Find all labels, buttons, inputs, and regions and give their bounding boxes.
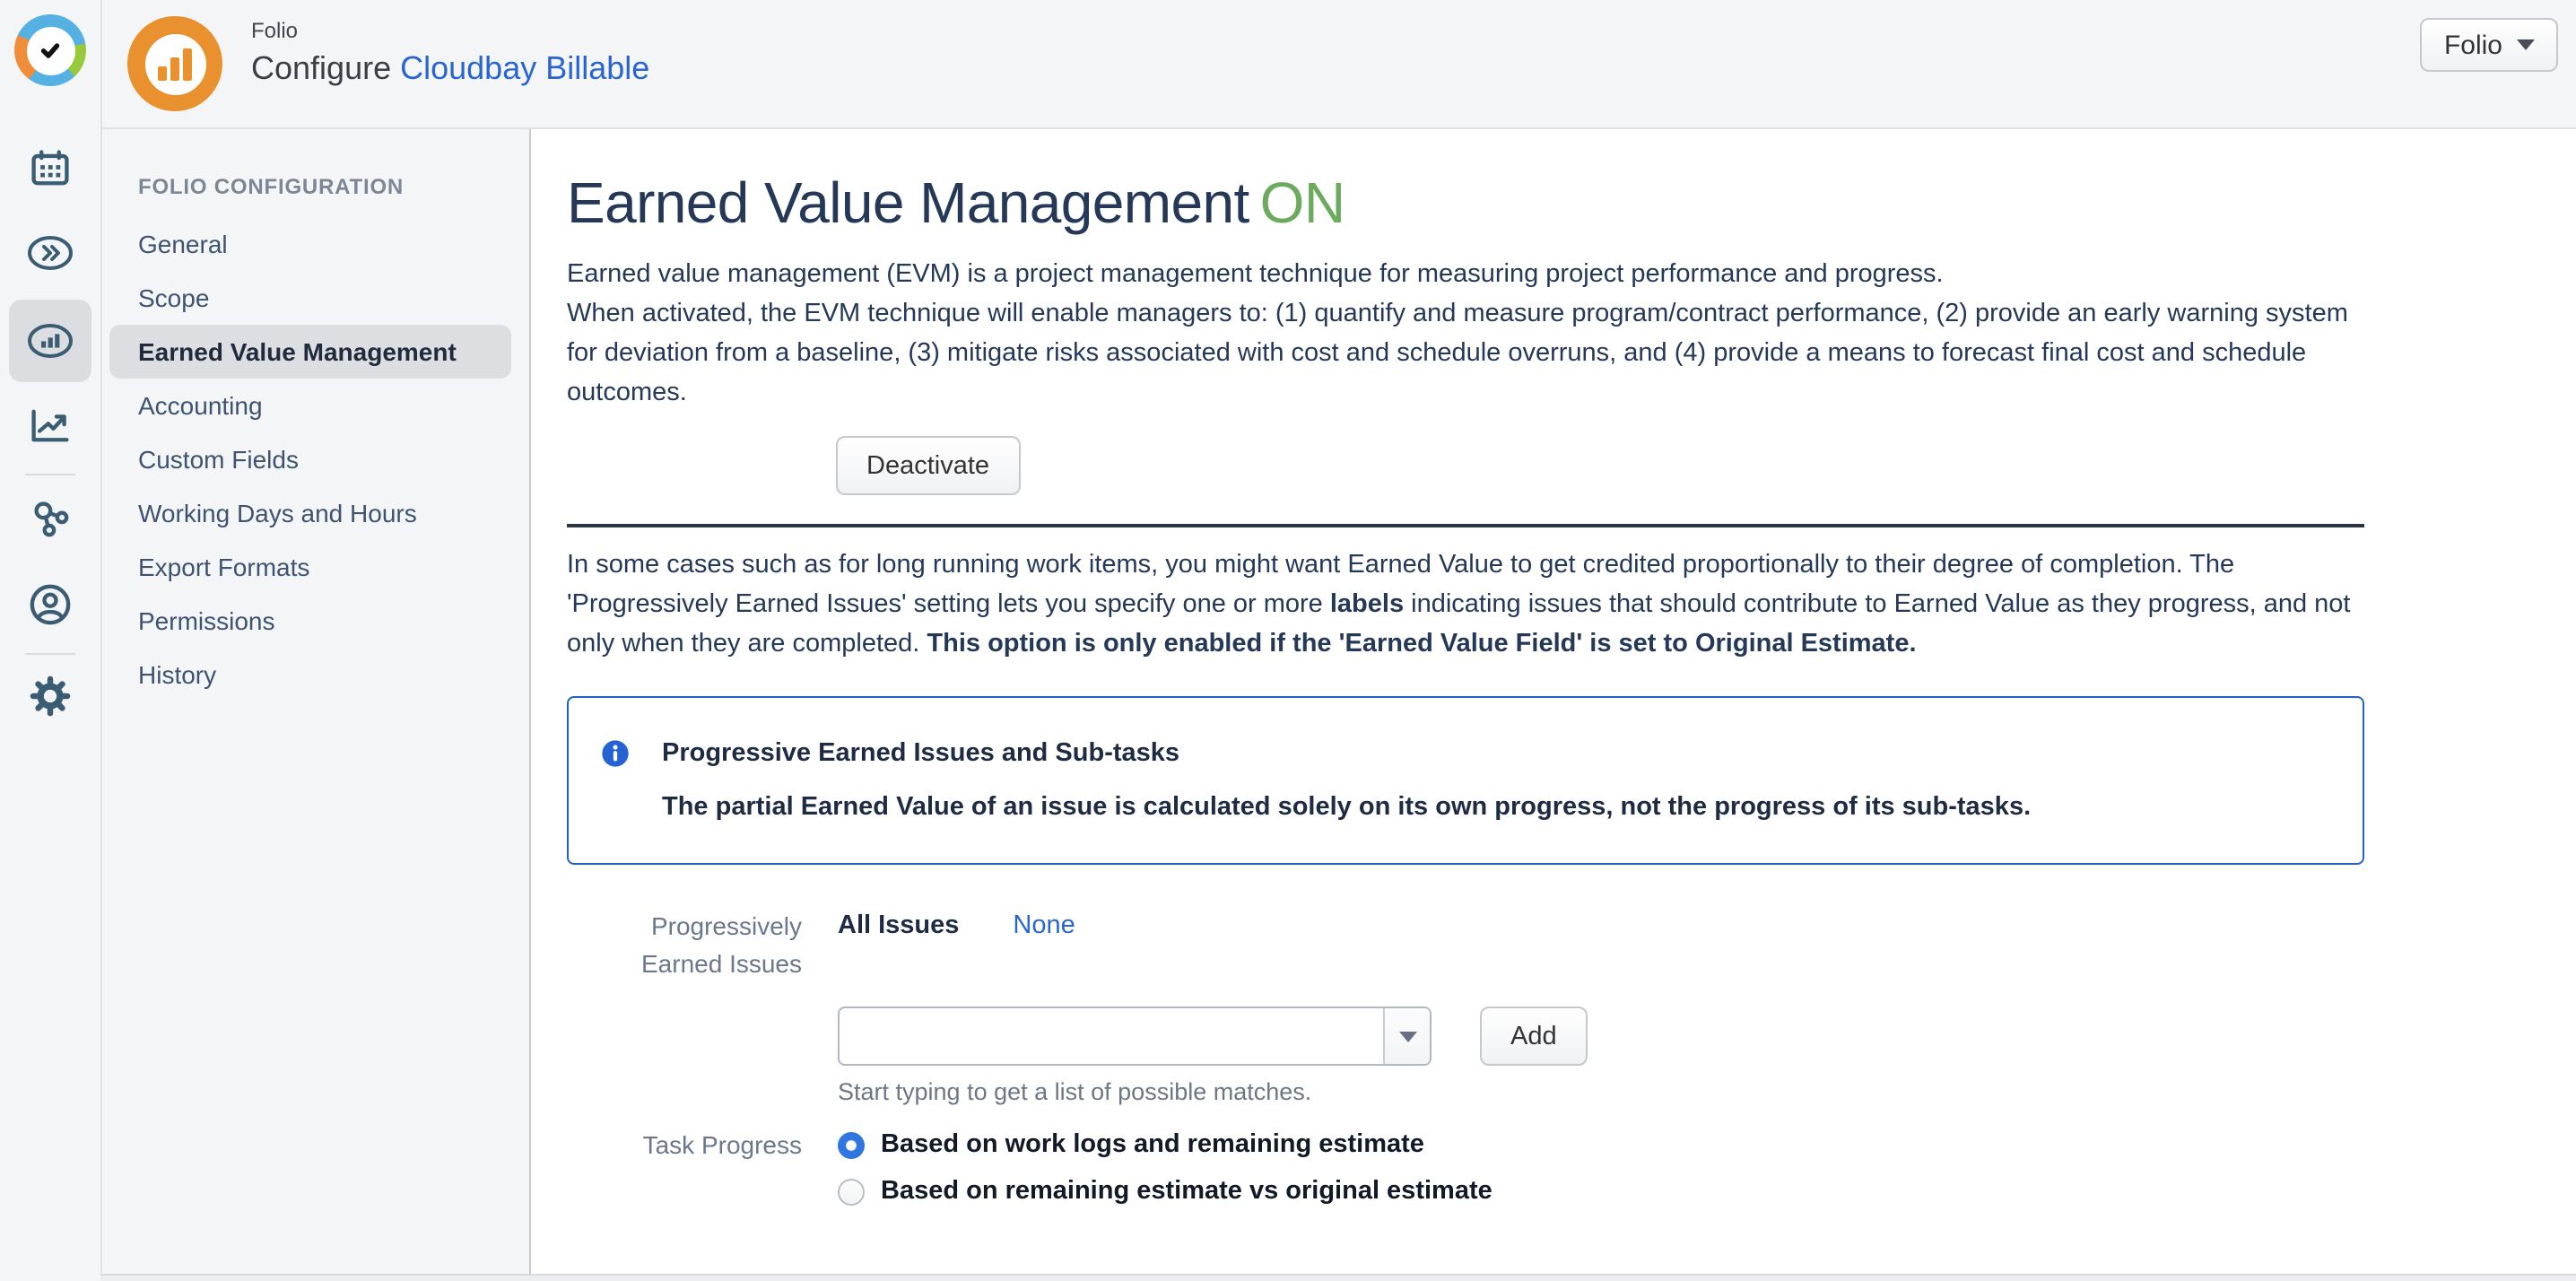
section-divider — [567, 524, 2364, 527]
page-title-prefix: Configure — [251, 50, 391, 86]
folio-menu-label: Folio — [2444, 30, 2502, 60]
radio-selected-icon[interactable] — [838, 1131, 865, 1158]
calendar-icon[interactable] — [14, 133, 86, 205]
sidebar-item-earned-value-management[interactable]: Earned Value Management — [109, 325, 511, 379]
chevron-down-icon — [2517, 39, 2535, 50]
app-label: Folio — [251, 18, 649, 43]
select-dropdown-button[interactable] — [1383, 1008, 1430, 1064]
input-helper-text: Start typing to get a list of possible m… — [838, 1078, 2364, 1105]
sidebar-item-export-formats[interactable]: Export Formats — [100, 540, 529, 594]
page-header: Folio Configure Cloudbay Billable Folio — [100, 0, 2576, 129]
sidebar-item-scope[interactable]: Scope — [100, 271, 529, 325]
status-badge: ON — [1260, 170, 1345, 235]
rail-divider — [25, 474, 75, 475]
sidebar-item-working-days-and-hours[interactable]: Working Days and Hours — [100, 486, 529, 540]
account-icon[interactable] — [14, 569, 86, 640]
sidebar-heading: FOLIO CONFIGURATION — [138, 174, 529, 199]
info-box: Progressive Earned Issues and Sub-tasks … — [567, 696, 2364, 865]
labels-select — [838, 1006, 1432, 1066]
tempo-logo-check-icon — [26, 26, 74, 74]
folio-chart-icon[interactable] — [9, 300, 91, 382]
section-title: Earned Value ManagementON — [567, 170, 2364, 237]
page-title: Configure Cloudbay Billable — [251, 50, 649, 88]
icon-rail — [0, 0, 102, 1281]
sidebar-item-custom-fields[interactable]: Custom Fields — [100, 432, 529, 486]
folio-menu-button[interactable]: Folio — [2421, 18, 2558, 72]
fast-forward-icon[interactable] — [14, 217, 86, 289]
intro-line-2: When activated, the EVM technique will e… — [567, 300, 2348, 407]
app-root: Folio Configure Cloudbay Billable Folio … — [0, 0, 2576, 1281]
intro-paragraph: Earned value management (EVM) is a proje… — [567, 255, 2364, 413]
info-icon — [601, 739, 630, 768]
section-title-text: Earned Value Management — [567, 170, 1249, 235]
info-box-title: Progressive Earned Issues and Sub-tasks — [662, 739, 2031, 768]
progressively-earned-issues-label: ProgressivelyEarned Issues — [567, 908, 802, 983]
folio-bars-icon — [144, 33, 205, 94]
sidebar-item-general[interactable]: General — [100, 217, 529, 271]
trending-up-icon[interactable] — [14, 389, 86, 461]
task-progress-options: Based on work logs and remaining estimat… — [838, 1127, 1493, 1209]
all-issues-option[interactable]: All Issues — [838, 908, 959, 946]
main-content: Earned Value ManagementON Earned value m… — [533, 127, 2576, 1276]
labels-input[interactable] — [850, 1008, 1381, 1068]
sidebar-item-accounting[interactable]: Accounting — [100, 379, 529, 432]
page-bottom-edge — [100, 1274, 2576, 1281]
progressive-paragraph-bold1: labels — [1330, 590, 1404, 619]
folio-name-link[interactable]: Cloudbay Billable — [400, 50, 649, 86]
deactivate-button[interactable]: Deactivate — [836, 436, 1020, 495]
folio-app-logo — [127, 16, 222, 111]
progressive-paragraph: In some cases such as for long running w… — [567, 545, 2364, 664]
sidebar-item-history[interactable]: History — [100, 648, 529, 702]
task-progress-label: Task Progress — [567, 1127, 802, 1163]
rail-divider — [25, 653, 75, 655]
task-progress-option-worklogs[interactable]: Based on work logs and remaining estimat… — [838, 1127, 1493, 1163]
info-box-body: The partial Earned Value of an issue is … — [662, 793, 2031, 822]
sidebar-item-permissions[interactable]: Permissions — [100, 594, 529, 648]
progressive-paragraph-bold2: This option is only enabled if the 'Earn… — [927, 630, 1916, 658]
none-option-link[interactable]: None — [1013, 908, 1075, 946]
share-icon[interactable] — [14, 483, 86, 554]
radio-unselected-icon[interactable] — [838, 1178, 865, 1205]
task-progress-option-remaining-vs-original[interactable]: Based on remaining estimate vs original … — [838, 1173, 1493, 1209]
settings-icon[interactable] — [14, 660, 86, 732]
add-button[interactable]: Add — [1480, 1006, 1588, 1066]
config-sidebar: FOLIO CONFIGURATION General Scope Earned… — [100, 127, 531, 1276]
intro-line-1: Earned value management (EVM) is a proje… — [567, 260, 1944, 289]
tempo-logo[interactable] — [14, 14, 86, 86]
dropdown-arrow-icon — [1398, 1031, 1416, 1041]
